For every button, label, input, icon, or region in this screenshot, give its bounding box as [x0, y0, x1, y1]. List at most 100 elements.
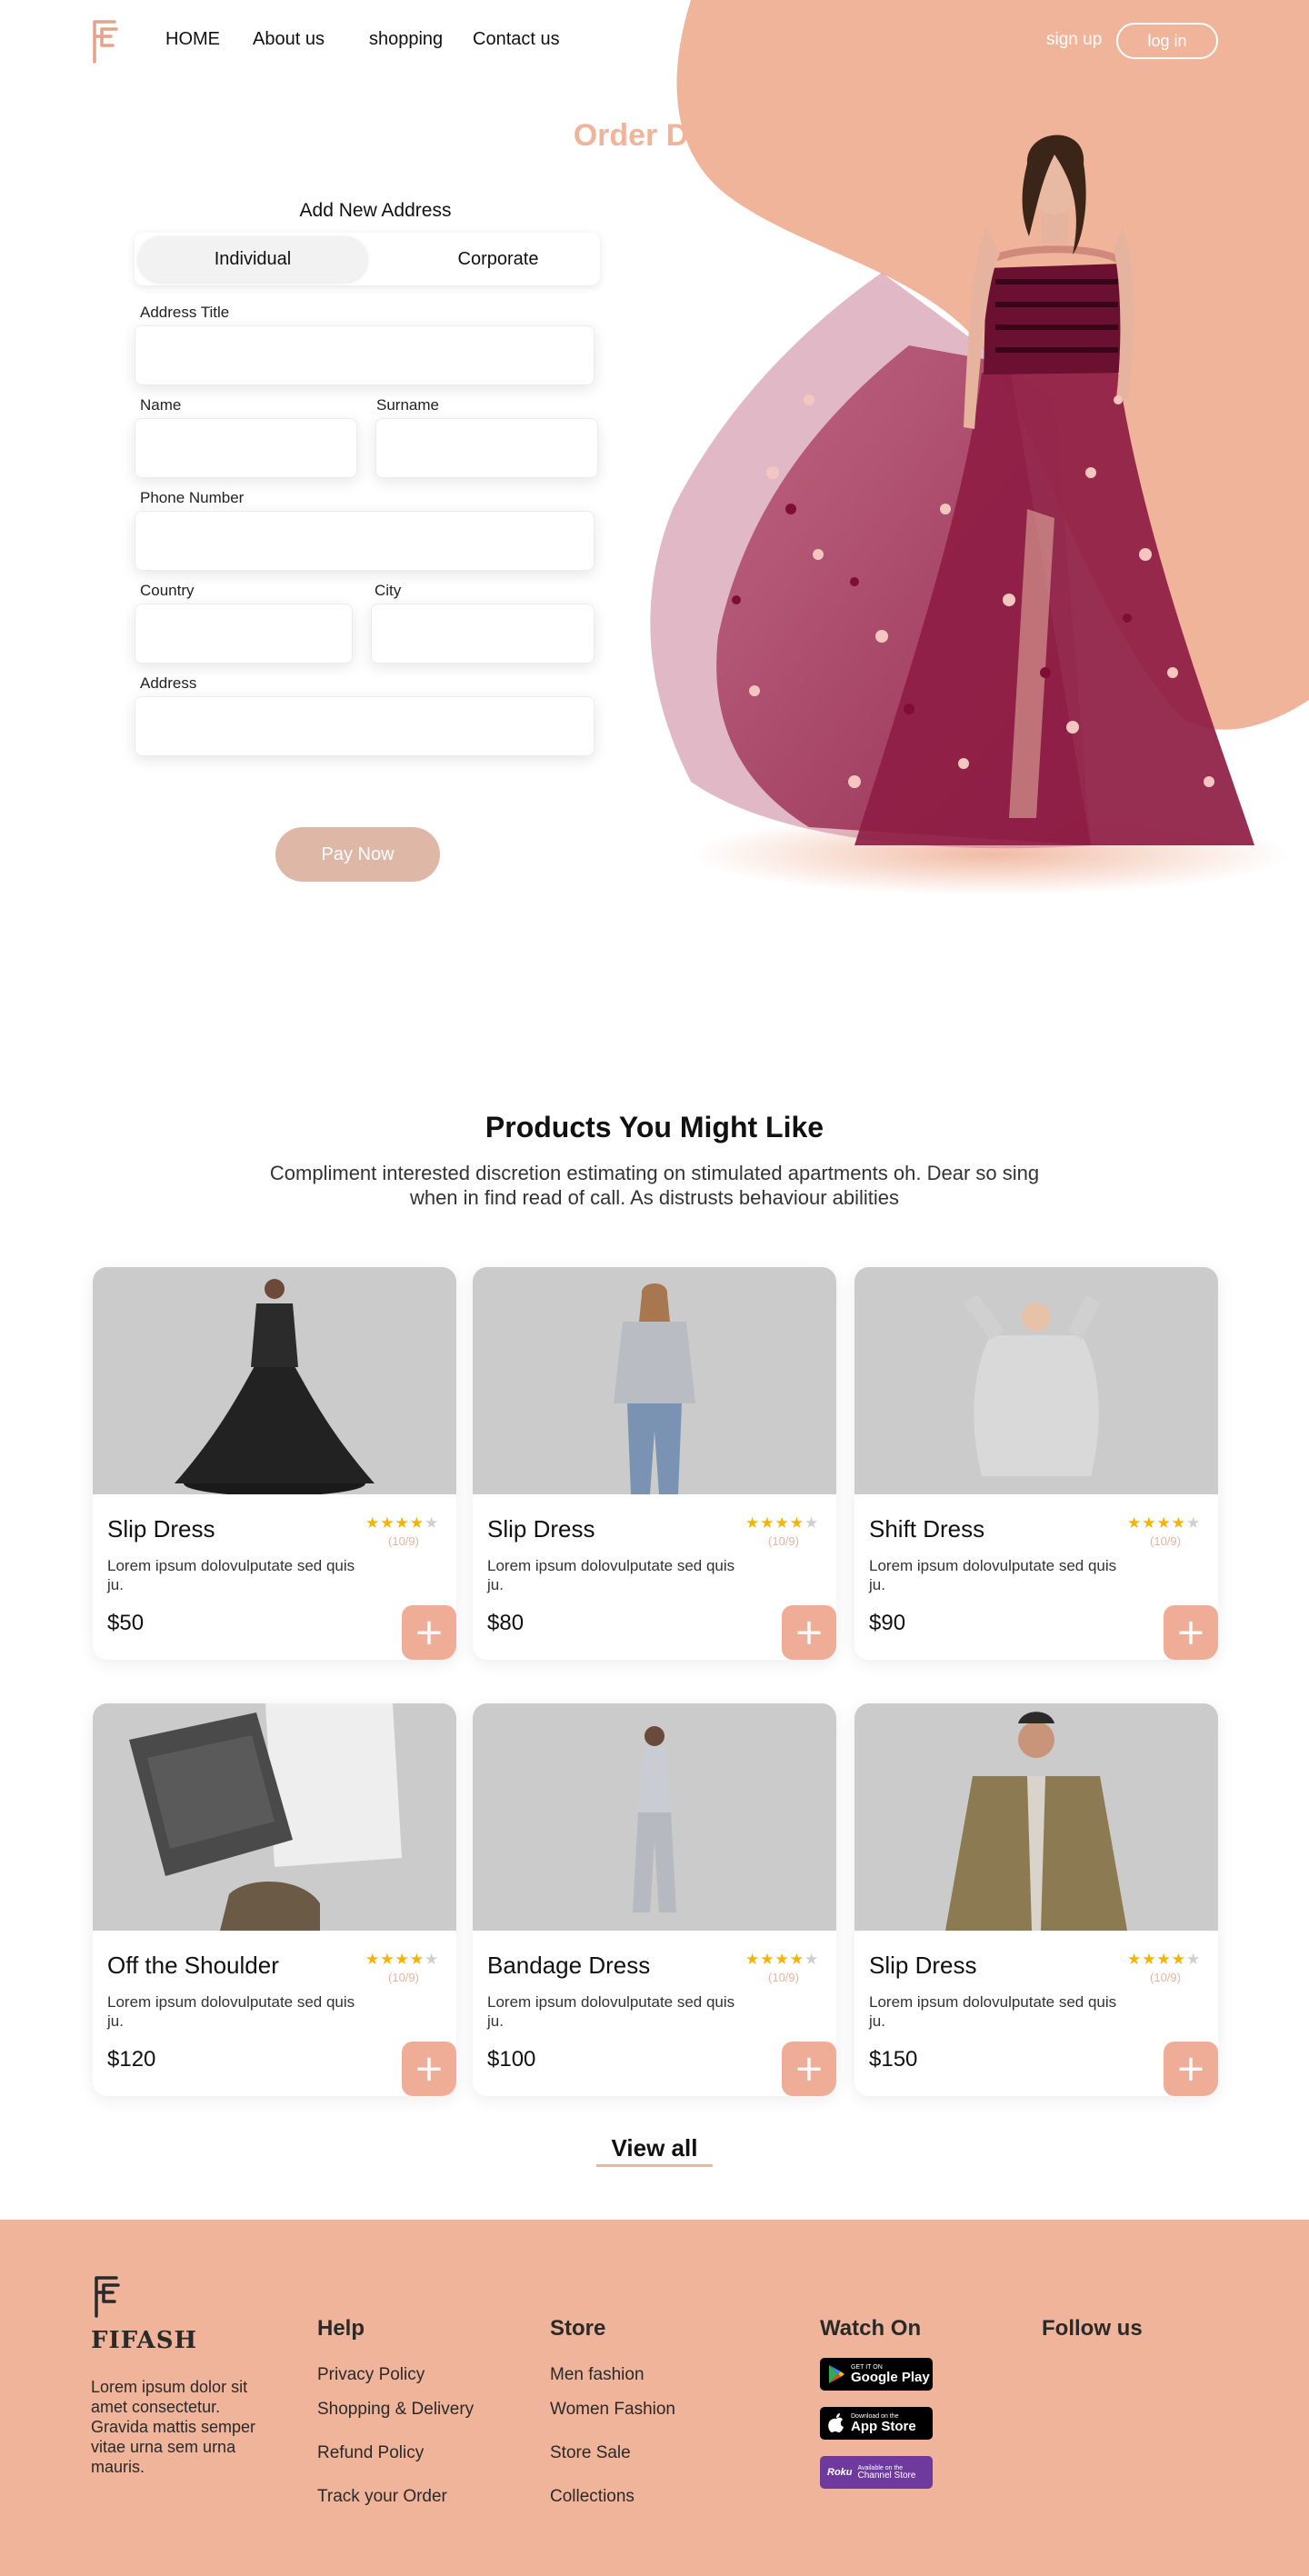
product-rating-count: (10/9) [768, 1971, 799, 1984]
surname-label: Surname [376, 396, 439, 414]
star-filled-icon: ★ [1156, 1514, 1172, 1532]
roku-big-text: Channel Store [857, 2470, 916, 2481]
product-card[interactable]: Off the Shoulder ★★★★★ (10/9) Lorem ipsum d… [93, 1703, 456, 2096]
view-all-link[interactable]: View all [596, 2134, 713, 2162]
product-description: Lorem ipsum dolovulputate sed quis ju. [869, 1557, 1117, 1593]
address-title-input[interactable] [135, 325, 595, 385]
footer-link-women-fashion[interactable]: Women Fashion [550, 2400, 675, 2420]
add-to-cart-button[interactable]: + [782, 2042, 836, 2096]
star-empty-icon: ★ [425, 1514, 440, 1532]
product-rating-count: (10/9) [1150, 1971, 1181, 1984]
address-label: Address [140, 674, 197, 692]
footer-link-shopping-delivery[interactable]: Shopping & Delivery [317, 2400, 474, 2420]
view-all-underline [596, 2164, 713, 2167]
star-filled-icon: ★ [1142, 1951, 1157, 1968]
log-in-button[interactable]: log in [1116, 23, 1218, 59]
star-filled-icon: ★ [380, 1951, 395, 1968]
product-description: Lorem ipsum dolovulputate sed quis ju. [869, 1993, 1117, 2030]
footer-link-track-order[interactable]: Track your Order [317, 2487, 447, 2507]
product-card[interactable]: Slip Dress ★★★★★ (10/9) Lorem ipsum dolovul… [473, 1267, 836, 1660]
add-to-cart-button[interactable]: + [1164, 1605, 1218, 1660]
footer-link-refund-policy[interactable]: Refund Policy [317, 2443, 424, 2463]
city-label: City [375, 582, 402, 599]
footer-watch-heading: Watch On [820, 2316, 922, 2341]
star-filled-icon: ★ [365, 1951, 381, 1968]
sign-up-link[interactable]: sign up [1046, 30, 1102, 50]
page-title: Order Detail [573, 118, 751, 153]
star-empty-icon: ★ [804, 1951, 820, 1968]
individual-option[interactable]: Individual [138, 236, 367, 282]
product-description: Lorem ipsum dolovulputate sed quis ju. [107, 1557, 355, 1593]
address-title-label: Address Title [140, 304, 230, 321]
product-card[interactable]: Slip Dress ★★★★★ (10/9) Lorem ipsum dolovul… [93, 1267, 456, 1660]
star-empty-icon: ★ [804, 1514, 820, 1532]
nav-contact-link[interactable]: Contact us [473, 29, 560, 50]
add-to-cart-button[interactable]: + [782, 1605, 836, 1660]
star-filled-icon: ★ [745, 1951, 761, 1968]
star-filled-icon: ★ [395, 1514, 410, 1532]
product-description: Lorem ipsum dolovulputate sed quis ju. [487, 1557, 735, 1593]
star-filled-icon: ★ [760, 1514, 775, 1532]
product-image [93, 1703, 456, 1931]
google-play-badge[interactable]: GET IT ON Google Play [820, 2358, 933, 2391]
product-card[interactable]: Shift Dress ★★★★★ (10/9) Lorem ipsum dolovu… [854, 1267, 1218, 1660]
star-filled-icon: ★ [1171, 1951, 1186, 1968]
product-image [93, 1267, 456, 1494]
footer-link-privacy-policy[interactable]: Privacy Policy [317, 2365, 425, 2385]
product-price: $150 [869, 2047, 918, 2072]
product-name: Slip Dress [869, 1952, 977, 1979]
app-store-big-text: App Store [851, 2419, 916, 2434]
product-rating-stars: ★★★★★ [1127, 1951, 1218, 1969]
star-filled-icon: ★ [789, 1514, 804, 1532]
phone-input[interactable] [135, 511, 595, 571]
star-filled-icon: ★ [1156, 1951, 1172, 1968]
roku-badge[interactable]: Roku Available on the Channel Store [820, 2456, 933, 2489]
address-input[interactable] [135, 696, 595, 756]
star-filled-icon: ★ [1127, 1951, 1143, 1968]
product-price: $80 [487, 1611, 525, 1635]
site-footer: FIFASH Lorem ipsum dolor sit amet consec… [0, 2220, 1309, 2576]
star-filled-icon: ★ [409, 1951, 425, 1968]
product-image [854, 1703, 1218, 1931]
product-rating-stars: ★★★★★ [365, 1951, 456, 1969]
product-price: $120 [107, 2047, 156, 2072]
city-input[interactable] [371, 604, 595, 664]
phone-label: Phone Number [140, 489, 245, 506]
add-to-cart-button[interactable]: + [402, 1605, 456, 1660]
product-card[interactable]: Slip Dress ★★★★★ (10/9) Lorem ipsum dolovul… [854, 1703, 1218, 2096]
footer-link-collections[interactable]: Collections [550, 2487, 635, 2507]
star-filled-icon: ★ [760, 1951, 775, 1968]
products-title: Products You Might Like [485, 1111, 824, 1143]
add-to-cart-button[interactable]: + [1164, 2042, 1218, 2096]
surname-input[interactable] [375, 418, 598, 478]
google-play-icon [829, 2365, 844, 2383]
product-rating-stars: ★★★★★ [745, 1514, 836, 1533]
product-name: Slip Dress [487, 1515, 595, 1543]
nav-about-link[interactable]: About us [253, 29, 325, 50]
footer-brand-name: FIFASH [91, 2327, 198, 2354]
star-filled-icon: ★ [789, 1951, 804, 1968]
corporate-option[interactable]: Corporate [407, 236, 589, 282]
country-input[interactable] [135, 604, 353, 664]
footer-store-heading: Store [550, 2316, 606, 2341]
product-price: $90 [869, 1611, 906, 1635]
brand-logo-icon[interactable] [89, 18, 120, 65]
product-image [854, 1267, 1218, 1494]
nav-home-link[interactable]: HOME [165, 29, 220, 50]
footer-link-men-fashion[interactable]: Men fashion [550, 2365, 645, 2385]
pay-now-button[interactable]: Pay Now [275, 827, 440, 882]
products-subtitle: Compliment interested discretion estimat… [269, 1162, 1040, 1209]
app-store-badge[interactable]: Download on the App Store [820, 2407, 933, 2440]
star-empty-icon: ★ [1186, 1951, 1202, 1968]
product-name: Slip Dress [107, 1515, 215, 1543]
star-filled-icon: ★ [365, 1514, 381, 1532]
add-to-cart-button[interactable]: + [402, 2042, 456, 2096]
product-price: $50 [107, 1611, 145, 1635]
product-card[interactable]: Bandage Dress ★★★★★ (10/9) Lorem ipsum dolo… [473, 1703, 836, 2096]
footer-link-store-sale[interactable]: Store Sale [550, 2443, 631, 2463]
nav-shopping-link[interactable]: shopping [369, 29, 443, 50]
star-filled-icon: ★ [774, 1514, 790, 1532]
footer-logo-icon[interactable] [91, 2274, 122, 2320]
star-empty-icon: ★ [1186, 1514, 1202, 1532]
name-input[interactable] [135, 418, 357, 478]
